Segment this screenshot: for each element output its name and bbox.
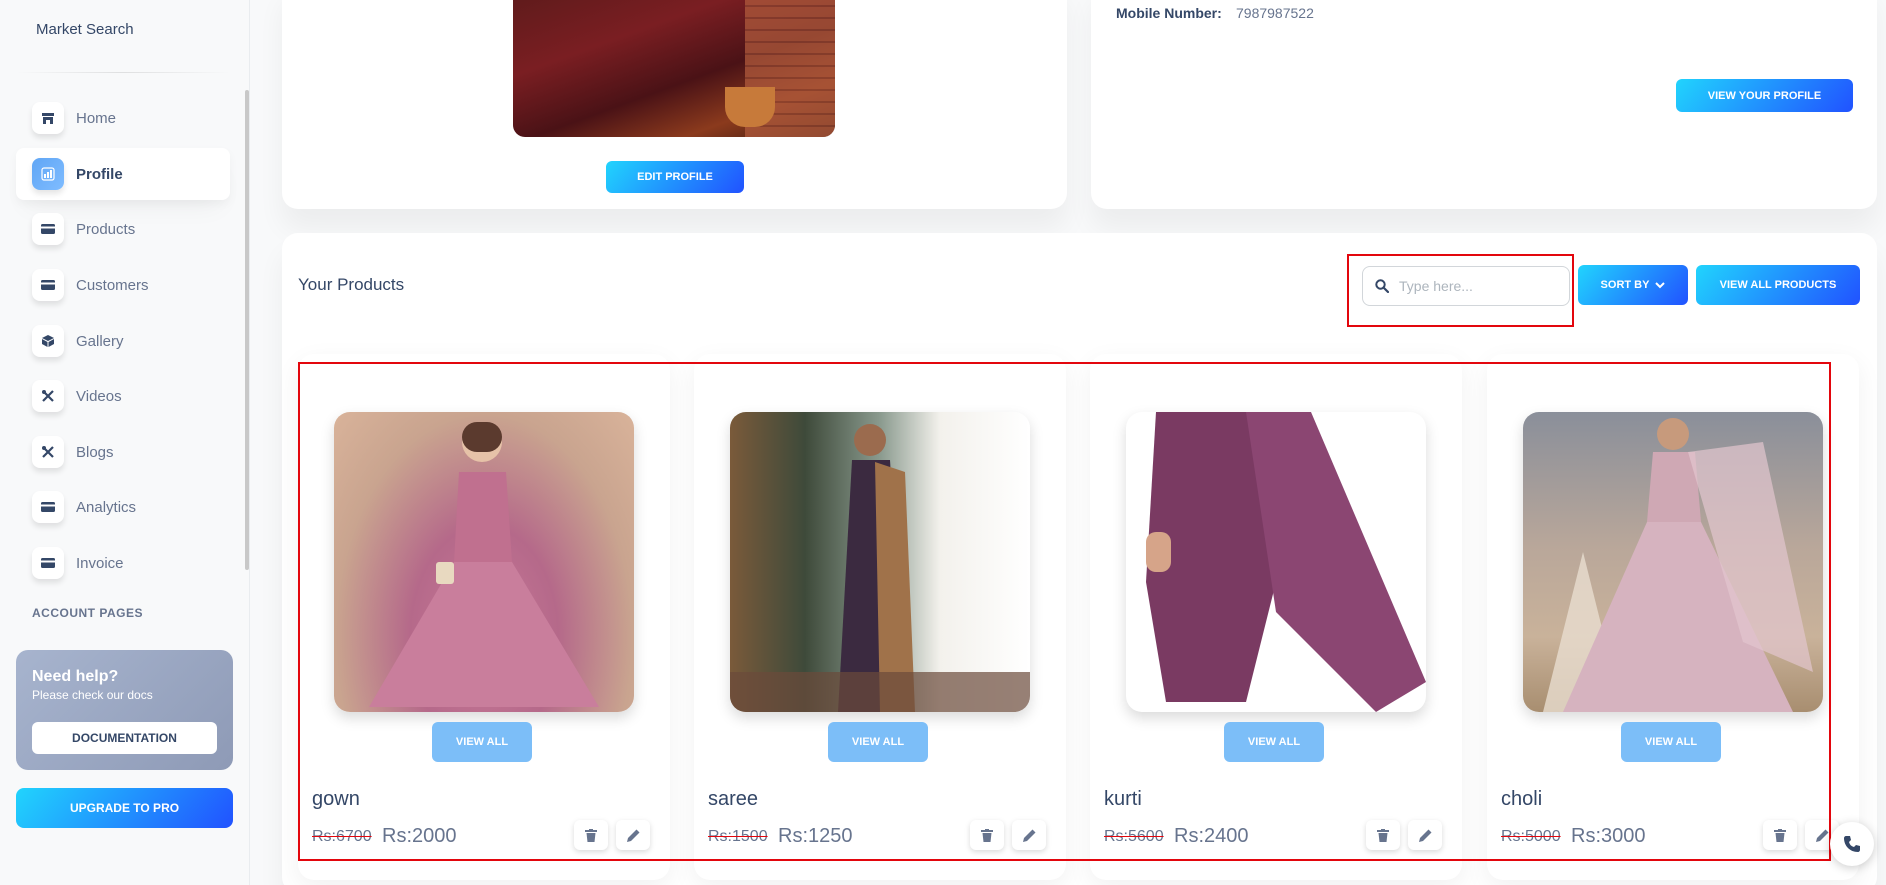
card-icon xyxy=(32,269,64,301)
trash-icon xyxy=(1774,828,1786,842)
sort-by-button[interactable]: SORT BY xyxy=(1578,265,1688,305)
card-icon xyxy=(32,547,64,579)
saree-illustration xyxy=(730,424,1030,712)
product-image[interactable] xyxy=(1126,412,1426,712)
documentation-button[interactable]: DOCUMENTATION xyxy=(32,722,217,754)
sidebar-item-label: Analytics xyxy=(76,498,137,516)
sidebar-item-label: Products xyxy=(76,220,136,238)
search-input[interactable] xyxy=(1399,278,1559,294)
edit-profile-button[interactable]: EDIT PROFILE xyxy=(606,161,744,193)
chart-icon xyxy=(32,158,64,190)
sidebar-item-label: Invoice xyxy=(76,554,124,572)
tools-icon xyxy=(32,380,64,412)
delete-button[interactable] xyxy=(970,820,1004,850)
phone-call-button[interactable] xyxy=(1830,822,1874,866)
sidebar-item-invoice[interactable]: Invoice xyxy=(16,537,230,589)
product-price: Rs:2000 xyxy=(382,825,457,847)
product-name: choli xyxy=(1501,788,1543,810)
view-all-button[interactable]: VIEW ALL xyxy=(432,722,532,762)
sidebar-item-profile[interactable]: Profile xyxy=(16,148,230,200)
help-subtitle: Please check our docs xyxy=(32,688,153,702)
product-price: Rs:2400 xyxy=(1174,825,1249,847)
product-card-kurti: VIEW ALL kurti Rs:5600 Rs:2400 xyxy=(1090,354,1462,880)
sidebar-item-home[interactable]: Home xyxy=(16,92,230,144)
view-all-button[interactable]: VIEW ALL xyxy=(828,722,928,762)
sidebar-scrollbar[interactable] xyxy=(245,90,249,570)
product-old-price: Rs:5000 xyxy=(1501,828,1561,845)
pencil-icon xyxy=(1815,829,1828,842)
product-search-box[interactable] xyxy=(1362,266,1570,306)
product-card-gown: VIEW ALL gown Rs:6700 Rs:2000 xyxy=(298,354,670,880)
pencil-icon xyxy=(1022,829,1035,842)
sidebar-item-blogs[interactable]: Blogs xyxy=(16,426,230,478)
delete-button[interactable] xyxy=(1763,820,1797,850)
product-card-choli: VIEW ALL choli Rs:5000 Rs:3000 xyxy=(1487,354,1859,880)
gown-illustration xyxy=(369,422,599,707)
brand-title[interactable]: Market Search xyxy=(36,21,134,38)
pencil-icon xyxy=(1418,829,1431,842)
trash-icon xyxy=(585,828,597,842)
product-name: gown xyxy=(312,788,360,810)
profile-photo xyxy=(513,0,835,137)
upgrade-to-pro-button[interactable]: UPGRADE TO PRO xyxy=(16,788,233,828)
card-icon xyxy=(32,213,64,245)
tools-icon xyxy=(32,436,64,468)
trash-icon xyxy=(1377,828,1389,842)
section-title-account-pages: ACCOUNT PAGES xyxy=(32,606,143,620)
help-card: Need help? Please check our docs DOCUMEN… xyxy=(16,650,233,770)
edit-button[interactable] xyxy=(616,820,650,850)
brand-divider xyxy=(16,72,230,73)
view-all-button[interactable]: VIEW ALL xyxy=(1621,722,1721,762)
sidebar-item-customers[interactable]: Customers xyxy=(16,259,230,311)
product-image[interactable] xyxy=(1523,412,1823,712)
product-old-price: Rs:5600 xyxy=(1104,828,1164,845)
product-old-price: Rs:1500 xyxy=(708,828,768,845)
view-your-profile-button[interactable]: VIEW YOUR PROFILE xyxy=(1676,79,1853,112)
mobile-number-label: Mobile Number: xyxy=(1116,5,1222,21)
sort-by-label: SORT BY xyxy=(1600,279,1650,291)
product-name: kurti xyxy=(1104,788,1142,810)
trash-icon xyxy=(981,828,993,842)
card-icon xyxy=(32,491,64,523)
products-title: Your Products xyxy=(298,275,405,294)
sidebar-item-gallery[interactable]: Gallery xyxy=(16,315,230,367)
product-image[interactable] xyxy=(730,412,1030,712)
search-icon xyxy=(1375,279,1389,293)
edit-button[interactable] xyxy=(1408,820,1442,850)
sidebar-item-label: Home xyxy=(76,109,117,127)
shop-icon xyxy=(32,102,64,134)
product-old-price: Rs:6700 xyxy=(312,828,372,845)
sidebar-item-videos[interactable]: Videos xyxy=(16,370,230,422)
sidebar-item-label: Blogs xyxy=(76,443,114,461)
product-image[interactable] xyxy=(334,412,634,712)
sidebar-item-products[interactable]: Products xyxy=(16,203,230,255)
choli-illustration xyxy=(1543,418,1813,712)
view-all-button[interactable]: VIEW ALL xyxy=(1224,722,1324,762)
product-name: saree xyxy=(708,788,759,810)
box-icon xyxy=(32,325,64,357)
delete-button[interactable] xyxy=(1366,820,1400,850)
profile-info-card: Mobile Number: 7987987522 VIEW YOUR PROF… xyxy=(1091,0,1877,209)
help-title: Need help? xyxy=(32,668,119,685)
view-all-products-button[interactable]: VIEW ALL PRODUCTS xyxy=(1696,265,1860,305)
phone-icon xyxy=(1844,836,1860,852)
profile-image-card: EDIT PROFILE xyxy=(282,0,1067,209)
mobile-number-value: 7987987522 xyxy=(1236,5,1314,21)
sidebar-item-label: Customers xyxy=(76,276,149,294)
pencil-icon xyxy=(626,829,639,842)
sidebar-item-label: Profile xyxy=(76,165,123,183)
sidebar-item-label: Videos xyxy=(76,387,122,405)
sidebar: Market Search Home Profile Products Cust… xyxy=(0,0,250,885)
sidebar-item-analytics[interactable]: Analytics xyxy=(16,481,230,533)
product-price: Rs:1250 xyxy=(778,825,853,847)
edit-button[interactable] xyxy=(1012,820,1046,850)
profile-photo-pot xyxy=(725,87,775,127)
chevron-down-icon xyxy=(1655,282,1666,289)
delete-button[interactable] xyxy=(574,820,608,850)
product-price: Rs:3000 xyxy=(1571,825,1646,847)
sidebar-item-label: Gallery xyxy=(76,332,124,350)
kurti-illustration xyxy=(1146,412,1426,712)
product-card-saree: VIEW ALL saree Rs:1500 Rs:1250 xyxy=(694,354,1066,880)
